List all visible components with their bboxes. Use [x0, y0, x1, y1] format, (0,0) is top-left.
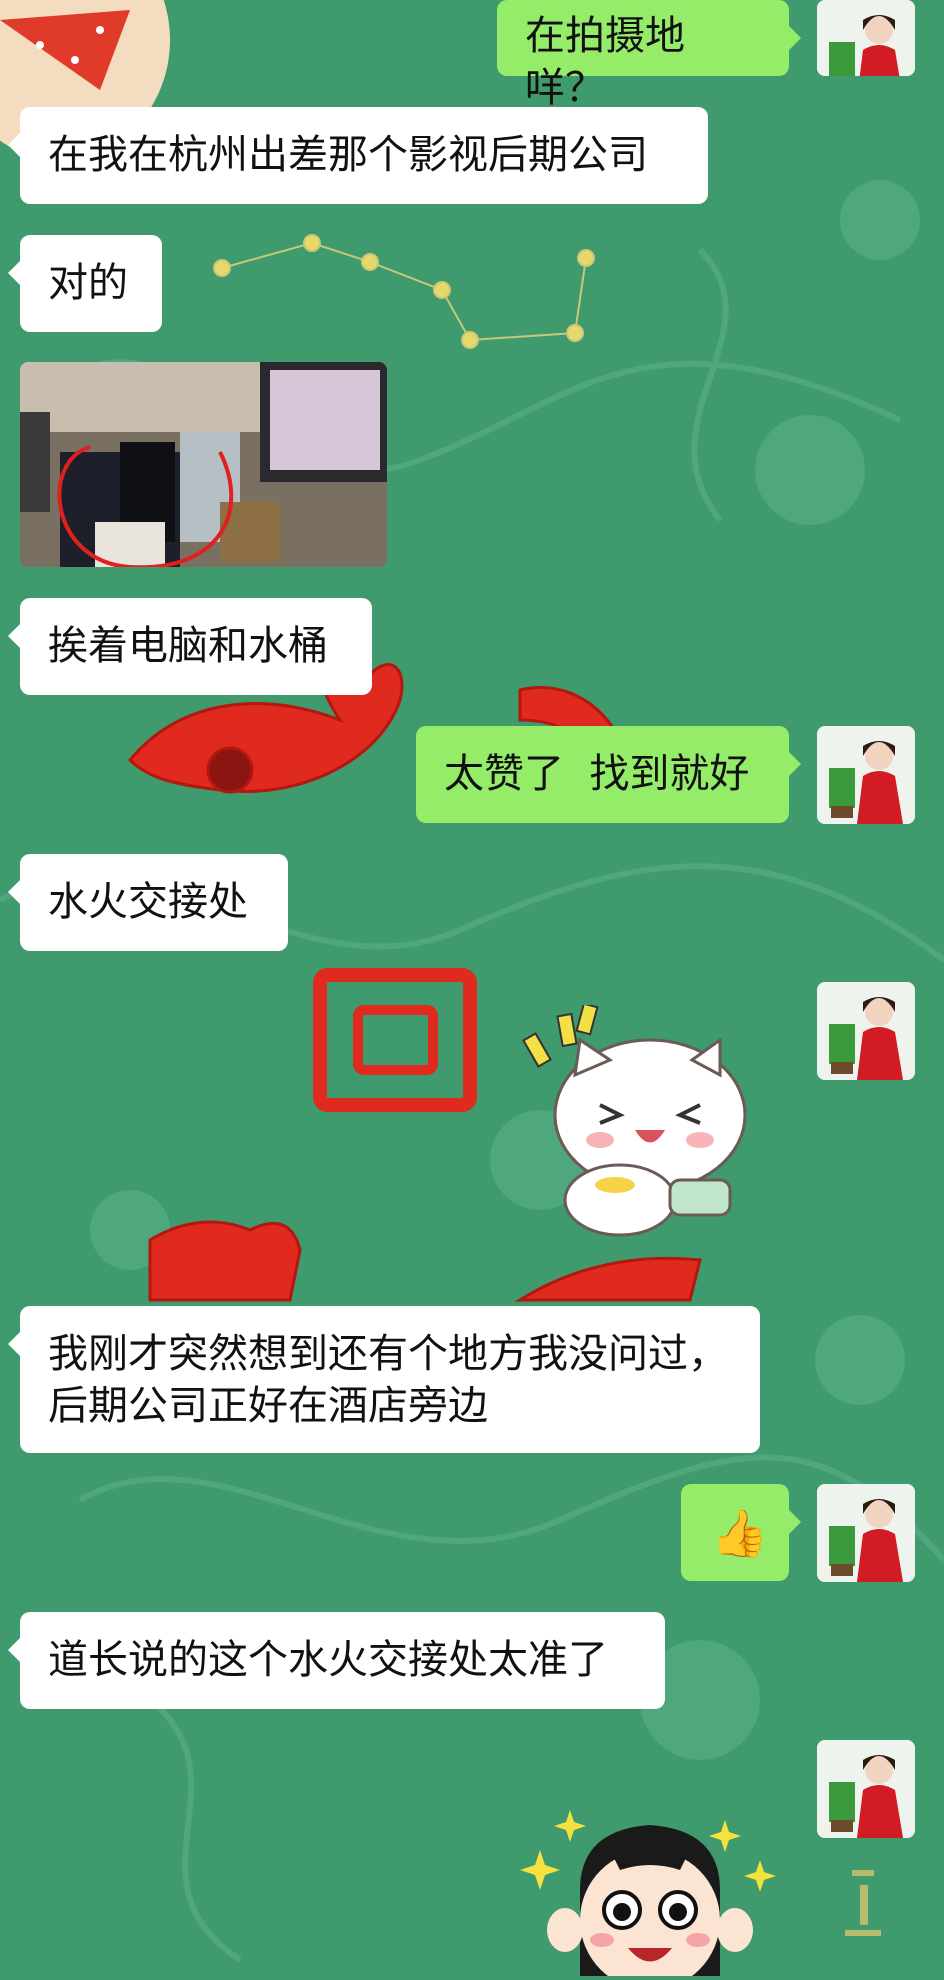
self-avatar[interactable] [817, 982, 915, 1080]
message-bubble-incoming[interactable]: 水火交接处 [8, 854, 288, 951]
message-bubble-incoming[interactable]: 挨着电脑和水桶 [8, 598, 372, 695]
self-avatar[interactable] [817, 1484, 915, 1582]
message-bubble-incoming[interactable]: 在我在杭州出差那个影视后期公司 [8, 107, 708, 204]
chat-message-list: 在拍摄地咩？ 在我在杭州出差那个影视后期公司 对的 挨着电脑和水桶 太赞了 找到… [0, 0, 944, 1980]
self-avatar[interactable] [817, 1740, 915, 1838]
boy-face-sticker[interactable] [510, 1790, 790, 1980]
thumbs-up-icon: 👍 [711, 1506, 769, 1560]
message-bubble-incoming[interactable]: 道长说的这个水火交接处太准了 [8, 1612, 665, 1709]
self-avatar[interactable] [817, 0, 915, 76]
message-bubble-outgoing[interactable]: 👍 [681, 1484, 801, 1581]
message-bubble-incoming[interactable]: 对的 [8, 235, 162, 332]
message-bubble-outgoing[interactable]: 在拍摄地咩？ [497, 0, 801, 111]
self-avatar[interactable] [817, 726, 915, 824]
message-bubble-incoming[interactable]: 我刚才突然想到还有个地方我没问过， 后期公司正好在酒店旁边 [8, 1306, 760, 1453]
cat-sticker[interactable] [520, 1002, 770, 1245]
message-image-thumbnail[interactable] [20, 362, 387, 567]
message-bubble-outgoing[interactable]: 太赞了 找到就好 [416, 726, 801, 823]
